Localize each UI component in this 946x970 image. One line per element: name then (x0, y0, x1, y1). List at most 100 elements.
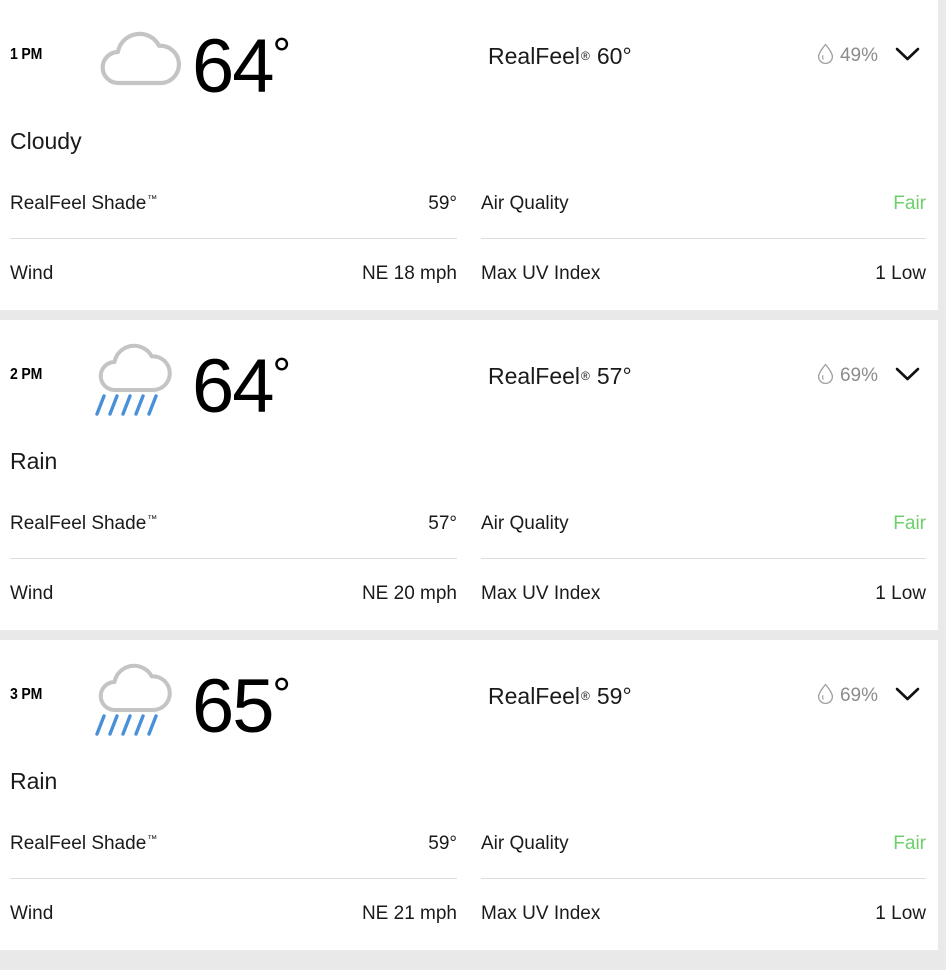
hour-temperature: 64° (192, 24, 291, 109)
realfeel-label: RealFeel (488, 42, 581, 69)
precipitation-chance: 49% (817, 0, 878, 112)
realfeel-value: 59° (596, 682, 632, 709)
expand-card-button[interactable] (890, 640, 924, 752)
detail-row-realfeel-shade: RealFeel Shade™ 57° (10, 490, 457, 559)
detail-value-realfeel-shade: 59° (428, 193, 457, 214)
hourly-forecast-page: 1 PM 64° RealFeel ® 60° 49% Cloudy RealF… (0, 0, 946, 970)
details-column-left: RealFeel Shade™ 59° Wind NE 18 mph (0, 170, 469, 308)
detail-row-air-quality: Air Quality Fair (481, 810, 926, 879)
chevron-down-icon (895, 46, 920, 67)
realfeel-summary: RealFeel ® 59° (488, 640, 632, 752)
detail-row-max-uv-index: Max UV Index 1 Low (481, 879, 926, 948)
weather-phrase: Rain (10, 767, 58, 794)
registered-trademark-icon: ® (581, 689, 590, 703)
detail-row-max-uv-index: Max UV Index 1 Low (481, 559, 926, 628)
details-column-right: Air Quality Fair Max UV Index 1 Low (469, 170, 938, 308)
realfeel-shade-text: RealFeel Shade (10, 833, 147, 854)
hourly-forecast-list: 1 PM 64° RealFeel ® 60° 49% Cloudy RealF… (0, 0, 938, 960)
detail-row-max-uv-index: Max UV Index 1 Low (481, 239, 926, 308)
realfeel-label: RealFeel (488, 682, 581, 709)
weather-phrase: Rain (10, 447, 58, 474)
realfeel-label: RealFeel (488, 362, 581, 389)
hour-time-label: 1 PM (10, 46, 43, 63)
hour-summary-row[interactable]: 3 PM 65° RealFeel ® 59° 69% (0, 640, 938, 752)
detail-label-wind: Wind (10, 582, 54, 604)
detail-row-realfeel-shade: RealFeel Shade™ 59° (10, 810, 457, 879)
detail-label-realfeel-shade: RealFeel Shade™ (10, 193, 157, 215)
hour-summary-row[interactable]: 1 PM 64° RealFeel ® 60° 49% (0, 0, 938, 112)
detail-label-realfeel-shade: RealFeel Shade™ (10, 833, 157, 855)
hour-details: RealFeel Shade™ 57° Wind NE 20 mph Air Q… (0, 490, 938, 628)
expand-card-button[interactable] (890, 0, 924, 112)
card-bottom-spacer (0, 948, 938, 950)
detail-row-air-quality: Air Quality Fair (481, 170, 926, 239)
precipitation-chance: 69% (817, 320, 878, 432)
hour-time-label: 2 PM (10, 366, 43, 383)
realfeel-value: 60° (596, 42, 632, 69)
detail-label-air-quality: Air Quality (481, 833, 569, 854)
trademark-icon: ™ (147, 194, 158, 205)
trademark-icon: ™ (147, 834, 158, 845)
hourly-forecast-card-3[interactable]: 3 PM 65° RealFeel ® 59° 69% Rain RealFee… (0, 640, 938, 950)
detail-label-realfeel-shade: RealFeel Shade™ (10, 513, 157, 535)
hour-temperature: 65° (192, 664, 291, 749)
detail-label-max-uv-index: Max UV Index (481, 262, 601, 284)
detail-value-wind: NE 18 mph (361, 262, 457, 284)
hour-temperature: 64° (192, 344, 291, 429)
cloud-icon (88, 18, 188, 98)
details-column-left: RealFeel Shade™ 59° Wind NE 21 mph (0, 810, 469, 948)
cloud-rain-icon (88, 658, 188, 738)
precipitation-chance: 69% (817, 640, 878, 752)
detail-label-wind: Wind (10, 262, 54, 284)
detail-row-realfeel-shade: RealFeel Shade™ 59° (10, 170, 457, 239)
hour-details: RealFeel Shade™ 59° Wind NE 21 mph Air Q… (0, 810, 938, 948)
details-column-right: Air Quality Fair Max UV Index 1 Low (469, 490, 938, 628)
realfeel-value: 57° (596, 362, 632, 389)
detail-value-air-quality: Fair (893, 513, 926, 534)
detail-value-wind: NE 21 mph (361, 902, 457, 924)
realfeel-shade-text: RealFeel Shade (10, 513, 147, 534)
detail-value-max-uv-index: 1 Low (875, 262, 926, 284)
realfeel-shade-text: RealFeel Shade (10, 193, 147, 214)
detail-row-wind: Wind NE 20 mph (10, 559, 457, 628)
hour-details: RealFeel Shade™ 59° Wind NE 18 mph Air Q… (0, 170, 938, 308)
hour-time-label: 3 PM (10, 686, 43, 703)
detail-value-realfeel-shade: 59° (428, 833, 457, 854)
chevron-down-icon (895, 366, 920, 387)
registered-trademark-icon: ® (581, 369, 590, 383)
scrollbar-track[interactable] (938, 0, 946, 970)
realfeel-summary: RealFeel ® 60° (488, 0, 632, 112)
detail-value-air-quality: Fair (893, 193, 926, 214)
detail-label-max-uv-index: Max UV Index (481, 902, 601, 924)
precipitation-percent: 49% (839, 45, 878, 66)
details-column-left: RealFeel Shade™ 57° Wind NE 20 mph (0, 490, 469, 628)
trademark-icon: ™ (147, 514, 158, 525)
detail-row-wind: Wind NE 21 mph (10, 879, 457, 948)
detail-value-realfeel-shade: 57° (428, 513, 457, 534)
chevron-down-icon (895, 686, 920, 707)
hourly-forecast-card-2[interactable]: 2 PM 64° RealFeel ® 57° 69% Rain RealFee… (0, 320, 938, 630)
precipitation-percent: 69% (839, 685, 878, 706)
detail-label-air-quality: Air Quality (481, 193, 569, 214)
details-column-right: Air Quality Fair Max UV Index 1 Low (469, 810, 938, 948)
expand-card-button[interactable] (890, 320, 924, 432)
detail-label-max-uv-index: Max UV Index (481, 582, 601, 604)
detail-row-air-quality: Air Quality Fair (481, 490, 926, 559)
detail-value-max-uv-index: 1 Low (875, 582, 926, 604)
cloud-rain-icon (88, 338, 188, 418)
realfeel-summary: RealFeel ® 57° (488, 320, 632, 432)
water-drop-icon (817, 363, 834, 389)
water-drop-icon (817, 683, 834, 709)
precipitation-percent: 69% (839, 365, 878, 386)
hourly-forecast-card-1[interactable]: 1 PM 64° RealFeel ® 60° 49% Cloudy RealF… (0, 0, 938, 310)
weather-phrase: Cloudy (10, 127, 82, 154)
detail-row-wind: Wind NE 18 mph (10, 239, 457, 308)
detail-label-air-quality: Air Quality (481, 513, 569, 534)
hour-summary-row[interactable]: 2 PM 64° RealFeel ® 57° 69% (0, 320, 938, 432)
water-drop-icon (817, 43, 834, 69)
detail-label-wind: Wind (10, 902, 54, 924)
registered-trademark-icon: ® (581, 49, 590, 63)
detail-value-air-quality: Fair (893, 833, 926, 854)
detail-value-wind: NE 20 mph (361, 582, 457, 604)
detail-value-max-uv-index: 1 Low (875, 902, 926, 924)
